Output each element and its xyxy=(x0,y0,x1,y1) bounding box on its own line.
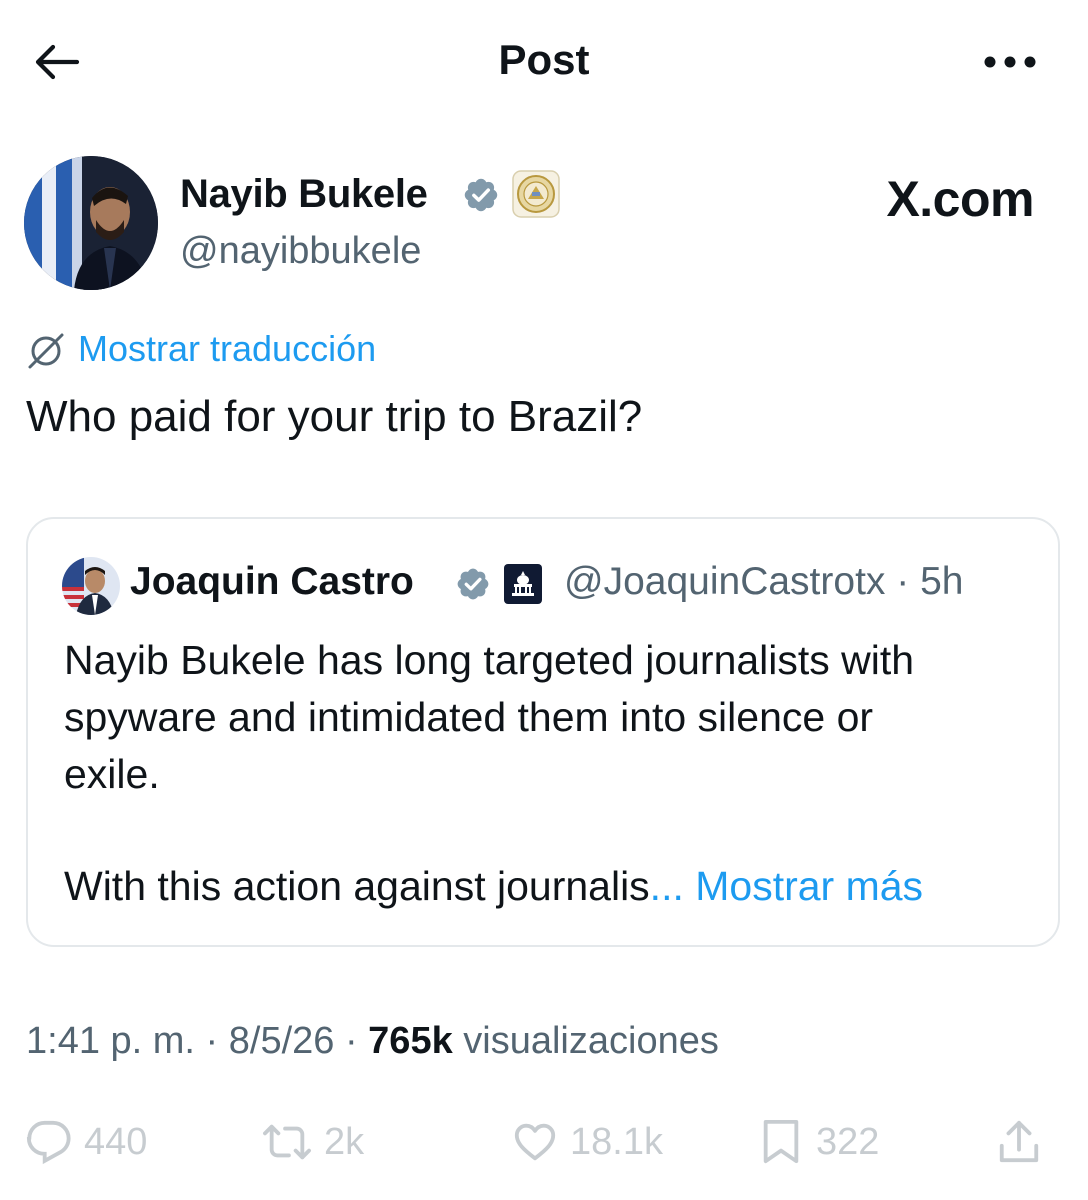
post-text: Who paid for your trip to Brazil? xyxy=(26,392,643,441)
quote-verified-badge-icon xyxy=(455,566,491,602)
page-title: Post xyxy=(498,36,590,83)
quote-last-line-text: With this action against journalis xyxy=(64,863,650,909)
reply-icon xyxy=(26,1120,71,1165)
views-label: visualizaciones xyxy=(452,1020,719,1062)
repost-count: 2k xyxy=(324,1120,365,1163)
quote-truncated-line: With this action against journalis... Mo… xyxy=(64,858,923,915)
quote-ellipsis: ... xyxy=(649,863,684,909)
repost-icon xyxy=(263,1124,311,1160)
reply-button[interactable]: 440 xyxy=(26,1110,147,1174)
bookmark-icon xyxy=(763,1119,799,1164)
like-count: 18.1k xyxy=(570,1120,663,1163)
bookmark-button[interactable]: 322 xyxy=(758,1110,879,1174)
author-name[interactable]: Nayib Bukele xyxy=(180,172,428,217)
heart-icon xyxy=(514,1123,556,1161)
post-metadata: 1:41 p. m. · 8/5/26 · 765k visualizacion… xyxy=(26,1020,719,1063)
translate-globe-icon xyxy=(26,331,66,371)
views-count[interactable]: 765k xyxy=(368,1020,453,1062)
share-icon xyxy=(999,1120,1039,1163)
bookmark-count: 322 xyxy=(816,1120,880,1163)
quote-author-avatar[interactable] xyxy=(62,557,120,615)
share-button[interactable] xyxy=(996,1110,1042,1174)
post-timestamp: 1:41 p. m. · 8/5/26 · xyxy=(26,1020,369,1062)
quote-author-name[interactable]: Joaquin Castro xyxy=(130,560,414,604)
x-com-watermark: X.com xyxy=(886,171,1034,227)
repost-button[interactable]: 2k xyxy=(262,1110,364,1174)
author-avatar[interactable] xyxy=(24,156,158,290)
quote-author-handle-time: @JoaquinCastrotx · 5h xyxy=(564,560,964,603)
reply-count: 440 xyxy=(84,1120,148,1163)
show-more-link[interactable]: Mostrar más xyxy=(684,863,923,909)
author-handle[interactable]: @nayibbukele xyxy=(180,230,421,273)
like-button[interactable]: 18.1k xyxy=(512,1110,663,1174)
government-seal-icon xyxy=(512,170,560,218)
quote-text: Nayib Bukele has long targeted journalis… xyxy=(64,637,915,797)
show-translation-link[interactable]: Mostrar traducción xyxy=(78,328,376,370)
capitol-affiliation-icon xyxy=(503,563,543,605)
more-horizontal-icon xyxy=(984,56,1036,68)
more-options-button[interactable] xyxy=(978,42,1042,82)
verified-badge-icon xyxy=(462,176,500,214)
